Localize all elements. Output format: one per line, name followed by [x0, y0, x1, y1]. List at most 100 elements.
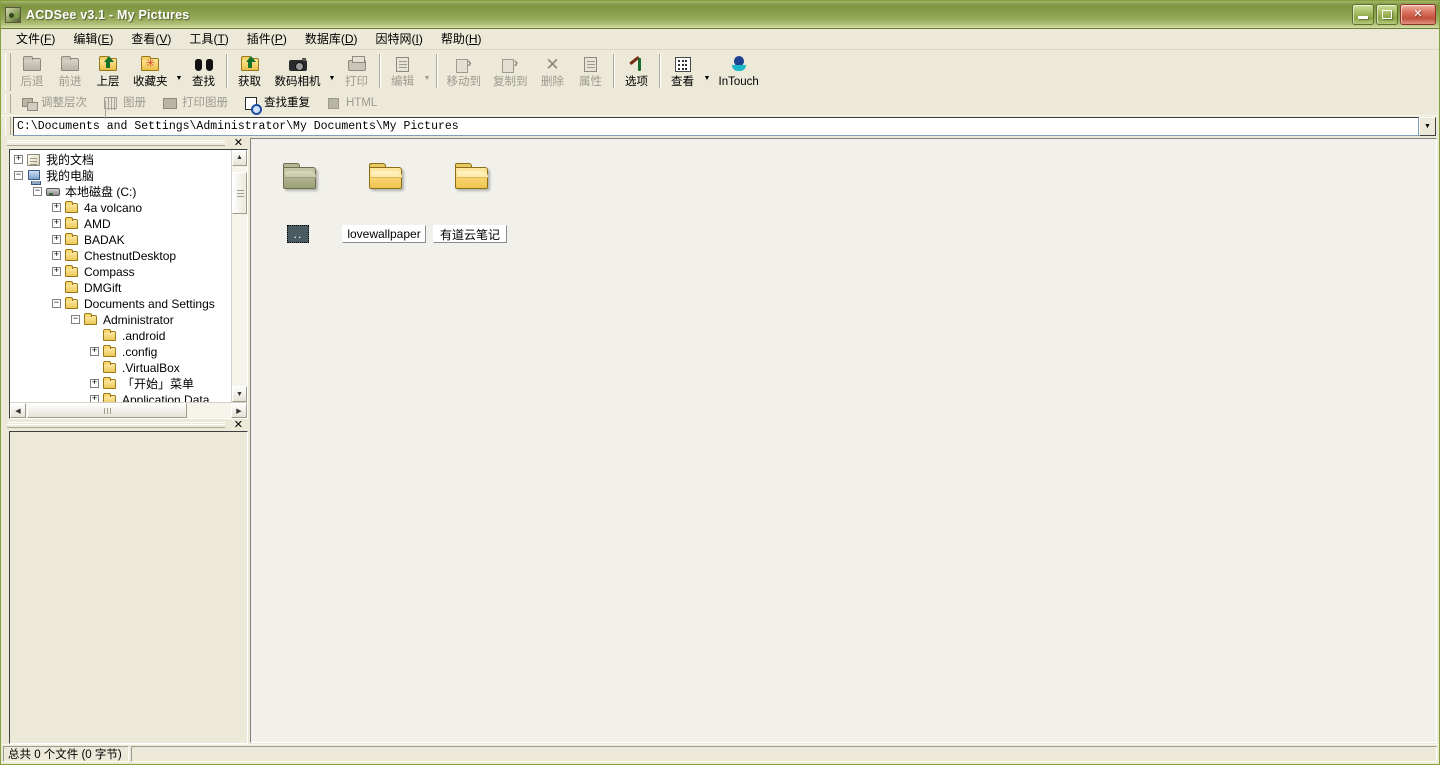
forward-label: 前进 [58, 76, 82, 88]
view-dropdown-arrow[interactable]: ▼ [702, 61, 713, 82]
tree-expander[interactable]: + [90, 395, 99, 402]
hscroll-thumb[interactable] [27, 403, 187, 418]
acquire-button[interactable]: 获取 [231, 52, 269, 91]
menu-item-file[interactable]: 文件(F) [7, 30, 64, 49]
edit-image-button[interactable]: 编辑 [384, 52, 422, 91]
tree-node-administrator[interactable]: − Administrator [12, 312, 231, 328]
tree-node-amd[interactable]: + AMD [12, 216, 231, 232]
vscroll-thumb[interactable] [232, 171, 247, 214]
adjust-levels-button[interactable]: 调整层次 [13, 94, 95, 113]
menu-item-tools[interactable]: 工具(T) [180, 30, 237, 49]
tree-node-label: 我的电脑 [46, 169, 95, 184]
tree-node-start-menu[interactable]: + 「开始」菜单 [12, 376, 231, 392]
address-dropdown-button[interactable]: ▼ [1419, 116, 1436, 136]
addressbar-grip[interactable] [5, 117, 11, 135]
hscroll-track[interactable] [187, 403, 231, 418]
tree-node-compass[interactable]: + Compass [12, 264, 231, 280]
address-input[interactable]: C:\Documents and Settings\Administrator\… [13, 116, 1419, 136]
toolbar-grip[interactable] [5, 94, 11, 113]
scroll-left-button[interactable]: ◀ [10, 403, 26, 418]
thumbnail-item-youdao-notes[interactable]: 有道云笔记 [427, 151, 513, 243]
tree-node-my-documents[interactable]: + 我的文档 [12, 152, 231, 168]
digital-camera-button[interactable]: 数码相机 [269, 52, 327, 91]
tree-expander[interactable]: − [14, 171, 23, 181]
tree-expander[interactable]: + [52, 219, 61, 229]
find-duplicates-button[interactable]: 查找重复 [236, 94, 318, 115]
tree-expander[interactable]: − [71, 315, 80, 325]
menu-item-view[interactable]: 查看(V) [122, 30, 180, 49]
tree-node-4a-volcano[interactable]: + 4a volcano [12, 200, 231, 216]
tree-node-label: ChestnutDesktop [84, 248, 177, 263]
tree-expander[interactable]: − [33, 187, 42, 197]
tree-node-dmgift[interactable]: DMGift [12, 280, 231, 296]
properties-button[interactable]: 属性 [572, 52, 610, 91]
pane-grip[interactable] [7, 139, 225, 146]
intouch-label: InTouch [718, 76, 759, 88]
back-button[interactable]: 后退 [13, 52, 51, 91]
album-button[interactable]: 图册 [95, 94, 154, 113]
tree-node-documents-and-settings[interactable]: − Documents and Settings [12, 296, 231, 312]
vscroll-track[interactable] [232, 165, 247, 386]
html-button[interactable]: HTML [318, 94, 385, 113]
options-button[interactable]: 选项 [618, 52, 656, 91]
status-bar: 总共 0 个文件 (0 字节) [1, 744, 1439, 764]
intouch-button[interactable]: InTouch [713, 52, 765, 91]
find-label: 查找 [192, 76, 215, 88]
tree-expander[interactable]: − [52, 299, 61, 309]
edit-image-label: 编辑 [391, 76, 414, 88]
close-preview-pane-icon[interactable]: ✕ [231, 420, 246, 431]
thumbnail-item-lovewallpaper[interactable]: lovewallpaper [341, 151, 427, 243]
favorites-button[interactable]: ✳ 收藏夹 [127, 52, 174, 91]
tree-expander[interactable]: + [90, 379, 99, 389]
tree-node-chestnutdesktop[interactable]: + ChestnutDesktop [12, 248, 231, 264]
main-body: ✕ + 我的文档 − 我的电脑 − 本地磁盘 (C:) + 4a volcano… [1, 137, 1439, 744]
tree-expander[interactable]: + [52, 251, 61, 261]
close-button[interactable]: ✕ [1400, 4, 1436, 25]
print-button[interactable]: 打印 [338, 52, 376, 91]
folder-tree-vertical-scrollbar[interactable]: ▲ ▼ [231, 149, 247, 402]
tree-expander[interactable]: + [14, 155, 23, 165]
forward-button[interactable]: 前进 [51, 52, 89, 91]
minimize-button[interactable] [1352, 4, 1374, 25]
menu-item-edit[interactable]: 编辑(E) [64, 30, 122, 49]
tree-node-my-computer[interactable]: − 我的电脑 [12, 168, 231, 185]
scroll-down-button[interactable]: ▼ [232, 386, 247, 402]
scroll-right-button[interactable]: ▶ [231, 403, 247, 418]
tree-node-virtualbox[interactable]: .VirtualBox [12, 360, 231, 376]
camera-dropdown-arrow[interactable]: ▼ [327, 61, 338, 82]
tree-node-android[interactable]: .android [12, 328, 231, 344]
back-label: 后退 [20, 76, 44, 88]
menu-item-help[interactable]: 帮助(H) [432, 30, 491, 49]
delete-button[interactable]: ✕ 删除 [534, 52, 572, 91]
toolbar-grip[interactable] [5, 53, 11, 91]
edit-dropdown-arrow[interactable]: ▼ [422, 61, 433, 82]
menu-item-database[interactable]: 数据库(D) [296, 30, 367, 49]
tree-node-badak[interactable]: + BADAK [12, 232, 231, 248]
close-folder-tree-icon[interactable]: ✕ [231, 137, 246, 148]
find-button[interactable]: 查找 [185, 52, 223, 91]
file-list-area[interactable]: .. lovewallpaper 有道云笔记 [250, 138, 1437, 743]
tree-expander[interactable]: + [52, 267, 61, 277]
move-to-button[interactable]: 移动到 [441, 52, 488, 91]
tree-expander[interactable]: + [90, 347, 99, 357]
maximize-button[interactable] [1376, 4, 1398, 25]
folder-tree-horizontal-scrollbar[interactable]: ◀ ▶ [10, 402, 247, 418]
favorites-dropdown-arrow[interactable]: ▼ [174, 61, 185, 82]
menu-item-internet[interactable]: 因特网(I) [367, 30, 432, 49]
tree-node-config[interactable]: + .config [12, 344, 231, 360]
thumbnail-item-parent[interactable]: .. [255, 151, 341, 243]
view-button[interactable]: 查看 [664, 52, 702, 91]
tree-node-label: .config [122, 344, 158, 359]
tree-expander[interactable]: + [52, 235, 61, 245]
up-button[interactable]: 上层 [89, 52, 127, 91]
copy-to-button[interactable]: 复制到 [487, 52, 534, 91]
tree-node-application-data[interactable]: + Application Data [12, 392, 231, 402]
menu-item-plugins[interactable]: 插件(P) [238, 30, 296, 49]
folder-icon [64, 280, 80, 295]
menu-label: 编辑 [73, 31, 98, 46]
scroll-up-button[interactable]: ▲ [232, 149, 247, 166]
pane-grip[interactable] [7, 422, 225, 428]
print-album-button[interactable]: 打印图册 [154, 94, 236, 113]
tree-expander[interactable]: + [52, 203, 61, 213]
tree-node-local-disk-c[interactable]: − 本地磁盘 (C:) [12, 184, 231, 200]
